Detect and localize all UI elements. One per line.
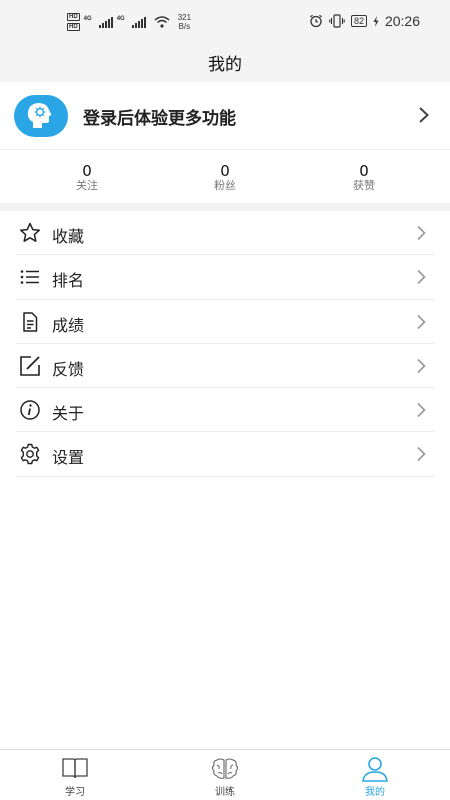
title-bar: 我的 [0,42,450,82]
battery-indicator: 82 [350,15,367,27]
stat-value: 0 [82,162,92,180]
chevron-right-icon [417,403,426,418]
tab-mine[interactable]: 我的 [330,750,420,800]
menu-item-favorites[interactable]: 收藏 [16,211,434,256]
chevron-right-icon [419,107,429,123]
tab-study[interactable]: 学习 [30,750,120,800]
signal-strength-icon [131,16,146,28]
menu-item-scores[interactable]: 成绩 [16,300,434,344]
signal-strength-icon [98,16,113,28]
stat-label: 粉丝 [214,179,236,192]
chevron-right-icon [417,270,426,285]
tab-label: 我的 [365,787,385,798]
network-speed: 321 B/s [178,13,191,31]
chevron-right-icon [417,358,426,373]
stat-following[interactable]: 0 关注 [17,150,157,193]
chevron-right-icon [417,314,426,329]
stat-label: 关注 [76,179,98,192]
wifi-icon [154,16,170,28]
menu-item-about[interactable]: 关于 [16,388,434,433]
menu-list: 收藏 排名 成绩 反馈 关于 设置 [0,211,450,477]
menu-item-label: 成绩 [52,315,85,335]
login-prompt[interactable]: 登录后体验更多功能 [83,104,236,129]
page-title: 我的 [208,54,242,75]
section-divider [0,203,450,211]
network-type-label: 4G [116,15,125,22]
menu-item-label: 排名 [52,271,85,291]
book-icon [62,758,88,779]
clock: 20:26 [384,13,420,29]
status-bar: HD HD 4G 4G 321 B/s 82 20:26 [0,0,450,42]
status-bar-left: HD HD 4G 4G 321 B/s [67,12,191,32]
stat-fans[interactable]: 0 粉丝 [155,150,295,193]
hd-icon: HD [67,23,80,31]
stat-label: 获赞 [353,179,375,192]
menu-item-label: 收藏 [52,227,85,246]
star-icon [19,222,41,242]
network-speed-value: 321 [177,13,192,22]
login-row[interactable]: 登录后体验更多功能 [0,82,450,150]
menu-item-label: 设置 [52,448,85,468]
stats-row: 0 关注 0 粉丝 0 获赞 [0,150,450,203]
avatar[interactable] [14,95,68,137]
person-icon [362,757,388,782]
chevron-right-icon [417,447,426,462]
tab-label: 学习 [65,787,85,798]
stat-likes[interactable]: 0 获赞 [294,150,434,193]
menu-item-label: 反馈 [52,359,85,379]
menu-item-settings[interactable]: 设置 [16,432,434,477]
alarm-icon [310,14,322,28]
menu-item-ranking[interactable]: 排名 [16,255,434,300]
gear-icon [20,444,40,465]
document-icon [23,311,38,332]
tab-label: 训练 [215,787,235,798]
tab-training[interactable]: 训练 [180,750,270,800]
bottom-tab-bar: 学习 训练 我的 [0,749,450,800]
charging-icon [373,15,379,27]
menu-item-feedback[interactable]: 反馈 [16,344,434,389]
stat-value: 0 [220,162,230,180]
menu-item-label: 关于 [52,404,85,424]
brain-icon [211,758,239,779]
brain-head-icon [27,103,52,128]
chevron-right-icon [417,225,426,241]
status-bar-right: 82 20:26 [309,13,420,29]
network-speed-unit: B/s [178,22,191,31]
list-icon [20,270,39,285]
stat-value: 0 [359,162,369,180]
hd-icon: HD [67,13,80,21]
network-type-label: 4G [83,15,92,22]
info-icon [20,400,40,420]
edit-icon [20,356,40,376]
vibrate-icon [329,14,345,28]
hd-indicators: HD HD [67,13,80,31]
